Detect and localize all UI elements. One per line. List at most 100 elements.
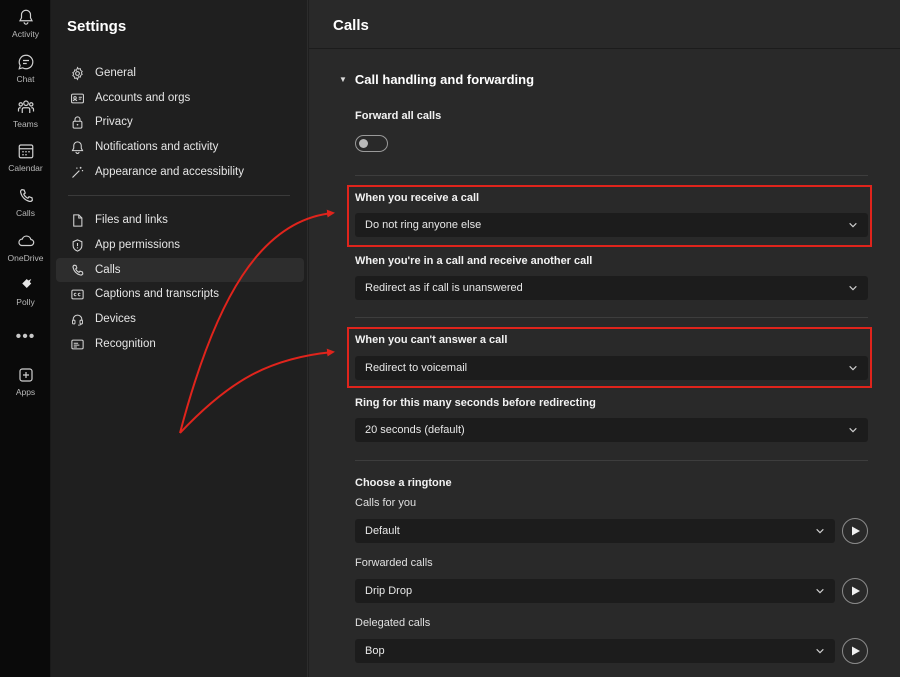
nav-label: Recognition [95,338,156,350]
rail-chat[interactable]: Chat [0,53,51,84]
caret-down-icon: ▼ [339,75,347,84]
divider [355,175,868,176]
delegated-calls-label: Delegated calls [355,617,431,629]
settings-title: Settings [67,18,127,35]
nav-item-general[interactable]: General [56,61,304,85]
more-apps-icon[interactable]: ••• [0,328,51,346]
nav-label: Appearance and accessibility [95,166,244,178]
nav-item-privacy[interactable]: Privacy [56,110,304,134]
rail-label: Activity [12,29,39,39]
nav-label: Devices [95,313,136,325]
rail-calls[interactable]: Calls [0,187,51,218]
rail-label: Calendar [8,163,43,173]
lock-icon [69,114,85,130]
chat-icon [17,54,33,70]
ringtone-heading: Choose a ringtone [355,477,452,489]
rail-teams[interactable]: Teams [0,98,51,129]
dropdown-value: 20 seconds (default) [365,424,465,436]
dropdown-value: Drip Drop [365,585,413,597]
gear-icon [69,65,85,81]
highlight-cant-answer [347,327,872,388]
nav-label: General [95,67,136,79]
nav-divider [68,195,290,196]
chevron-down-icon [815,646,825,656]
nav-label: Files and links [95,214,168,226]
in-call-dropdown[interactable]: Redirect as if call is unanswered [355,276,868,300]
section-title: Call handling and forwarding [354,72,535,87]
nav-label: Accounts and orgs [95,92,191,104]
calls-for-you-dropdown[interactable]: Default [355,519,835,543]
forward-all-toggle[interactable] [355,135,388,152]
plus-square-icon [18,368,33,382]
rail-label: Apps [15,387,36,397]
rail-activity[interactable]: Activity [0,8,51,39]
phone-icon [69,262,85,278]
header-divider [309,48,900,49]
calls-for-you-label: Calls for you [355,497,417,509]
nav-label: Notifications and activity [95,141,219,153]
nav-label: Captions and transcripts [95,288,220,300]
nav-item-app-permissions[interactable]: App permissions [56,233,304,257]
rail-onedrive[interactable]: OneDrive [0,232,51,263]
nav-label: Calls [95,264,121,276]
file-icon [69,212,85,228]
chevron-down-icon [815,526,825,536]
rail-polly[interactable]: Polly [0,276,51,307]
nav-item-devices[interactable]: Devices [56,307,304,331]
nav-item-recognition[interactable]: Recognition [56,332,304,356]
play-ringtone-button[interactable] [842,518,868,544]
forwarded-calls-dropdown[interactable]: Drip Drop [355,579,835,603]
nav-label: App permissions [95,239,181,251]
nav-item-appearance[interactable]: Appearance and accessibility [56,160,304,184]
forwarded-calls-label: Forwarded calls [355,557,433,569]
chevron-down-icon [815,586,825,596]
play-ringtone-button[interactable] [842,638,868,664]
dropdown-value: Redirect as if call is unanswered [365,282,523,294]
highlight-receive-call [347,185,872,247]
teams-icon [17,100,34,113]
ring-seconds-label: Ring for this many seconds before redire… [355,397,596,409]
dropdown-value: Default [365,525,400,537]
forward-all-label: Forward all calls [355,110,442,122]
wand-icon [69,164,85,180]
rail-label: Polly [16,297,35,307]
rail-apps[interactable]: Apps [0,366,51,397]
toggle-knob [359,139,368,148]
id-card-icon [69,90,85,106]
app-rail: Activity Chat Teams Calendar Calls OneDr… [0,0,51,677]
dropdown-value: Bop [365,645,385,657]
recognition-icon [69,336,85,352]
polly-icon [20,279,31,292]
chevron-down-icon [848,283,858,293]
delegated-calls-dropdown[interactable]: Bop [355,639,835,663]
nav-item-notifications[interactable]: Notifications and activity [56,135,304,159]
cloud-icon [17,235,34,247]
divider [355,460,868,461]
rail-label: Calls [16,208,35,218]
chevron-down-icon [848,425,858,435]
ring-seconds-dropdown[interactable]: 20 seconds (default) [355,418,868,442]
divider [355,317,868,318]
rail-label: Teams [12,119,39,129]
nav-item-accounts[interactable]: Accounts and orgs [56,86,304,110]
nav-label: Privacy [95,116,133,128]
rail-calendar[interactable]: Calendar [0,142,51,173]
rail-label: OneDrive [7,253,44,263]
section-toggle[interactable]: ▼ Call handling and forwarding [339,72,534,87]
in-call-label: When you're in a call and receive anothe… [355,255,593,267]
rail-label: Chat [16,74,35,84]
settings-panel: Settings General Accounts and orgs Priva… [52,0,308,677]
nav-item-captions[interactable]: Captions and transcripts [56,282,304,306]
calendar-icon [18,144,33,159]
bell-icon [69,139,85,155]
nav-item-calls[interactable]: Calls [56,258,304,282]
shield-icon [69,237,85,253]
play-ringtone-button[interactable] [842,578,868,604]
page-title: Calls [333,17,369,34]
play-icon [852,586,860,596]
phone-icon [19,188,33,202]
play-icon [852,526,860,536]
bell-icon [18,9,33,25]
nav-item-files[interactable]: Files and links [56,208,304,232]
headset-icon [69,311,85,327]
